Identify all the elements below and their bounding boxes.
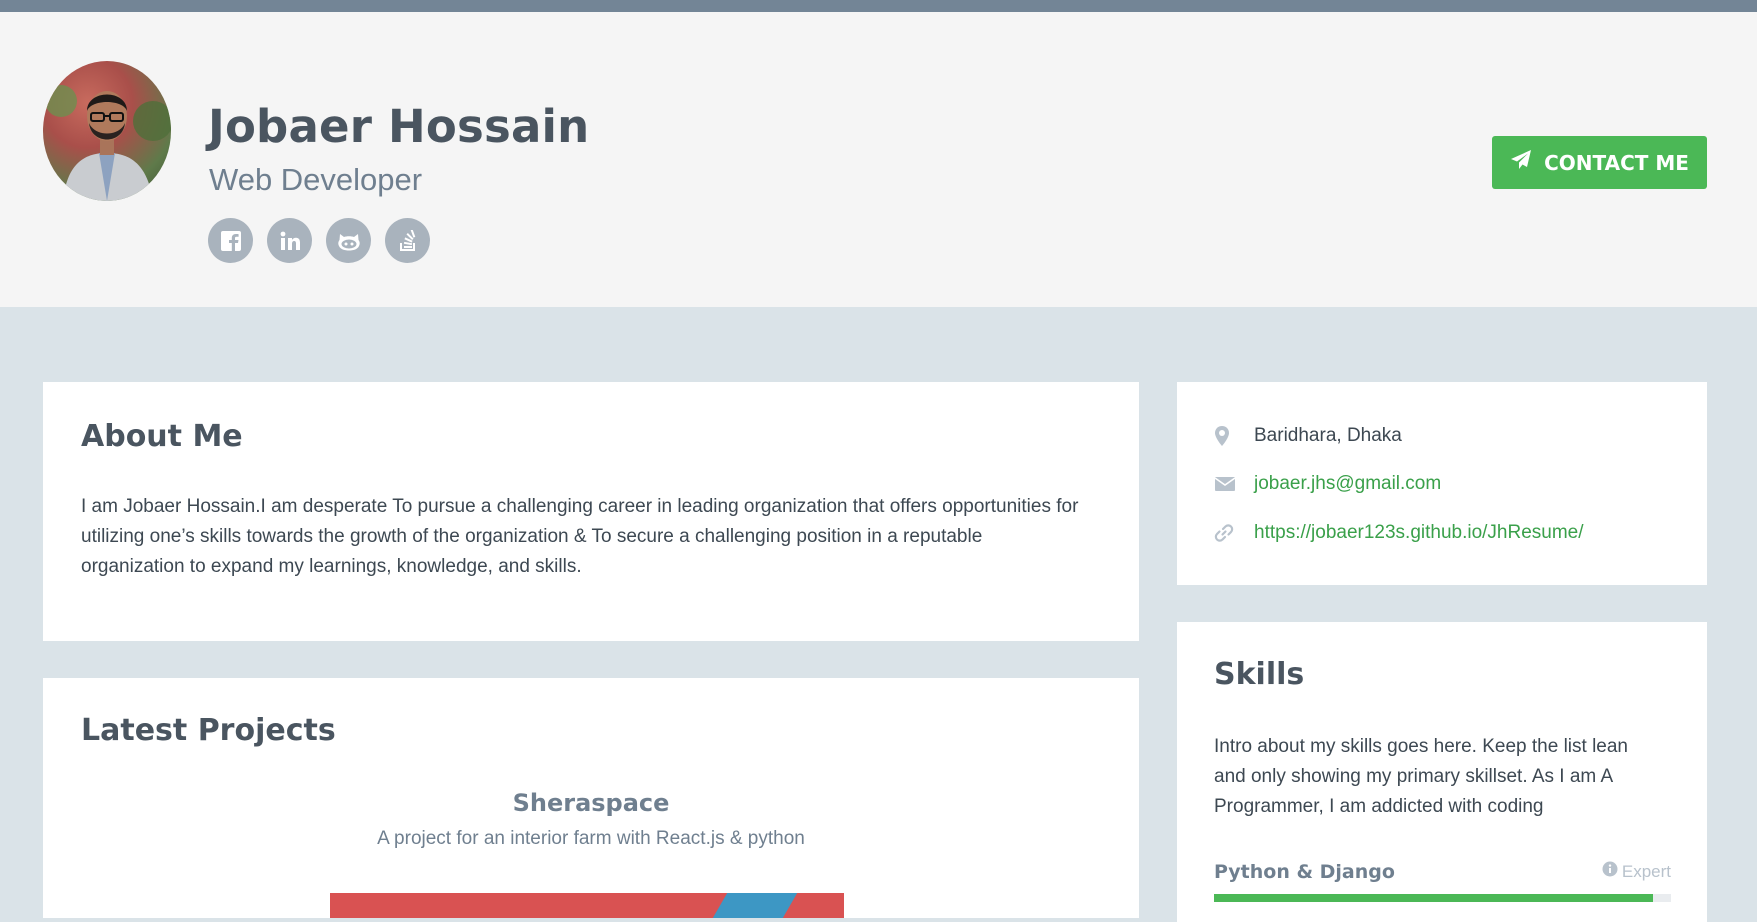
paper-plane-icon — [1510, 149, 1532, 176]
stackoverflow-link[interactable] — [385, 218, 430, 263]
projects-card: Latest Projects Sheraspace A project for… — [43, 678, 1139, 918]
profile-header: Jobaer Hossain Web Developer CONTACT ME — [0, 12, 1757, 307]
website-row: https://jobaer123s.github.io/JhResume/ — [1214, 520, 1584, 546]
facebook-icon — [220, 230, 242, 252]
skill-level: Expert — [1602, 861, 1671, 882]
skill-name: Python & Django — [1214, 861, 1395, 883]
about-title: About Me — [81, 419, 243, 454]
stack-overflow-icon — [397, 229, 419, 252]
info-circle-icon[interactable] — [1602, 861, 1618, 882]
github-link[interactable] — [326, 218, 371, 263]
website-link[interactable]: https://jobaer123s.github.io/JhResume/ — [1254, 522, 1584, 544]
contact-info-card: Baridhara, Dhaka jobaer.jhs@gmail.com ht… — [1177, 382, 1707, 585]
skill-progress-fill — [1214, 894, 1653, 902]
envelope-icon — [1214, 476, 1254, 492]
facebook-link[interactable] — [208, 218, 253, 263]
projects-title: Latest Projects — [81, 713, 336, 748]
social-links — [208, 218, 430, 263]
top-strip — [0, 0, 1757, 12]
map-marker-icon — [1214, 425, 1254, 447]
project-name[interactable]: Sheraspace — [43, 788, 1139, 818]
avatar — [43, 61, 171, 201]
contact-me-button[interactable]: CONTACT ME — [1492, 136, 1707, 189]
email-row: jobaer.jhs@gmail.com — [1214, 471, 1441, 497]
skills-card: Skills Intro about my skills goes here. … — [1177, 622, 1707, 922]
linkedin-icon — [279, 230, 301, 252]
contact-me-label: CONTACT ME — [1544, 150, 1689, 175]
profile-name: Jobaer Hossain — [208, 100, 590, 153]
github-icon — [337, 230, 361, 252]
location-row: Baridhara, Dhaka — [1214, 423, 1402, 449]
skill-progress-bar — [1214, 894, 1671, 902]
skill-level-label: Expert — [1621, 861, 1671, 881]
profile-tagline: Web Developer — [209, 162, 423, 197]
email-link[interactable]: jobaer.jhs@gmail.com — [1254, 473, 1441, 495]
location-text: Baridhara, Dhaka — [1254, 425, 1402, 446]
project-thumbnail[interactable] — [330, 893, 844, 918]
skills-title: Skills — [1214, 657, 1305, 692]
skills-intro: Intro about my skills goes here. Keep th… — [1214, 736, 1629, 817]
project-thumbnail-stripe — [712, 893, 798, 918]
project-description: A project for an interior farm with Reac… — [377, 828, 805, 849]
skill-item: Python & Django Expert — [1214, 861, 1671, 887]
about-text: I am Jobaer Hossain.I am desperate To pu… — [81, 496, 1079, 577]
about-card: About Me I am Jobaer Hossain.I am desper… — [43, 382, 1139, 641]
link-icon — [1214, 523, 1254, 543]
linkedin-link[interactable] — [267, 218, 312, 263]
